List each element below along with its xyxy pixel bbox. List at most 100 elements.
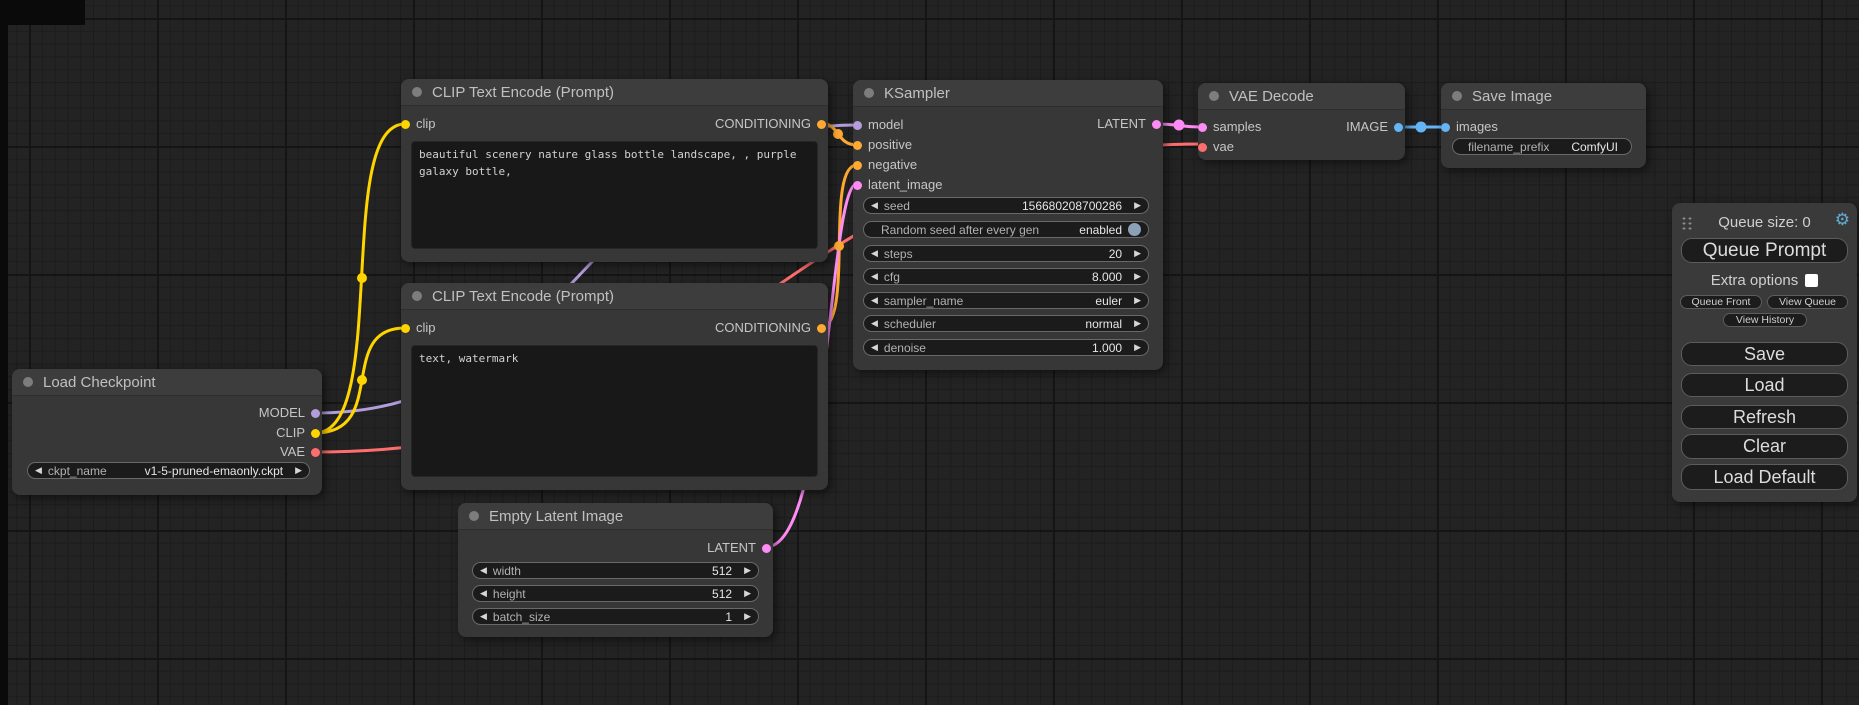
- decrement-arrow-icon[interactable]: ◀: [871, 245, 878, 262]
- widget-value: 156680208700286: [1022, 199, 1122, 213]
- save-image-node: Save Image images filename_prefix ComfyU…: [1441, 83, 1646, 168]
- queue-prompt-button[interactable]: Queue Prompt: [1681, 238, 1848, 263]
- increment-arrow-icon[interactable]: ▶: [1134, 197, 1141, 214]
- extra-options-row: Extra options: [1672, 272, 1857, 289]
- settings-gear-icon[interactable]: ⚙: [1835, 211, 1850, 228]
- widget-label: steps: [884, 247, 913, 261]
- latent-output-label: LATENT: [707, 539, 756, 557]
- widget-value: v1-5-pruned-emaonly.ckpt: [145, 464, 284, 478]
- load-button[interactable]: Load: [1681, 373, 1848, 397]
- images-input-port[interactable]: [1441, 123, 1450, 132]
- decrement-arrow-icon[interactable]: ◀: [871, 197, 878, 214]
- empty-latent-titlebar[interactable]: Empty Latent Image: [458, 503, 773, 530]
- widget-label: ckpt_name: [48, 464, 107, 478]
- positive-prompt-textarea[interactable]: beautiful scenery nature glass bottle la…: [411, 141, 818, 249]
- vae-decode-titlebar[interactable]: VAE Decode: [1198, 83, 1405, 110]
- image-output-label: IMAGE: [1346, 118, 1388, 136]
- collapse-dot[interactable]: [864, 88, 874, 98]
- increment-arrow-icon[interactable]: ▶: [1134, 268, 1141, 285]
- clear-button[interactable]: Clear: [1681, 434, 1848, 459]
- widget-value: ComfyUI: [1571, 140, 1618, 154]
- extra-options-checkbox[interactable]: [1805, 274, 1818, 287]
- model-input-port[interactable]: [853, 121, 862, 130]
- decrement-arrow-icon[interactable]: ◀: [480, 608, 487, 625]
- increment-arrow-icon[interactable]: ▶: [1134, 339, 1141, 356]
- clip-input-label: clip: [416, 115, 436, 133]
- negative-prompt-textarea[interactable]: text, watermark: [411, 345, 818, 477]
- scheduler-widget[interactable]: ◀ scheduler normal ▶: [863, 315, 1149, 332]
- model-output-port[interactable]: [311, 409, 320, 418]
- increment-arrow-icon[interactable]: ▶: [1134, 315, 1141, 332]
- node-title: VAE Decode: [1229, 88, 1314, 105]
- link-dot-clip-positive: [357, 273, 367, 283]
- negative-input-label: negative: [868, 156, 917, 174]
- vae-decode-node: VAE Decode samples vae IMAGE: [1198, 83, 1405, 160]
- collapse-dot[interactable]: [412, 87, 422, 97]
- latent-output-port[interactable]: [1152, 120, 1161, 129]
- conditioning-output-port[interactable]: [817, 120, 826, 129]
- ckpt-name-widget[interactable]: ◀ ckpt_name v1-5-pruned-emaonly.ckpt ▶: [27, 462, 310, 479]
- width-widget[interactable]: ◀ width 512 ▶: [472, 562, 759, 579]
- positive-input-port[interactable]: [853, 141, 862, 150]
- collapse-dot[interactable]: [1452, 91, 1462, 101]
- refresh-button[interactable]: Refresh: [1681, 405, 1848, 429]
- negative-input-port[interactable]: [853, 161, 862, 170]
- clip-text-encode-negative-node: CLIP Text Encode (Prompt) clip CONDITION…: [401, 283, 828, 490]
- decrement-arrow-icon[interactable]: ◀: [871, 292, 878, 309]
- filename-prefix-widget[interactable]: filename_prefix ComfyUI: [1452, 138, 1632, 155]
- latent-image-input-port[interactable]: [853, 181, 862, 190]
- clip-negative-titlebar[interactable]: CLIP Text Encode (Prompt): [401, 283, 828, 310]
- save-button[interactable]: Save: [1681, 342, 1848, 366]
- ksampler-titlebar[interactable]: KSampler: [853, 80, 1163, 107]
- collapse-dot[interactable]: [412, 291, 422, 301]
- clip-input-port[interactable]: [401, 120, 410, 129]
- widget-value: 512: [712, 564, 732, 578]
- denoise-widget[interactable]: ◀ denoise 1.000 ▶: [863, 339, 1149, 356]
- decrement-arrow-icon[interactable]: ◀: [871, 339, 878, 356]
- toggle-dot[interactable]: [1128, 223, 1141, 236]
- collapse-dot[interactable]: [469, 511, 479, 521]
- view-history-button[interactable]: View History: [1723, 313, 1807, 327]
- collapse-dot[interactable]: [23, 377, 33, 387]
- steps-widget[interactable]: ◀ steps 20 ▶: [863, 245, 1149, 262]
- increment-arrow-icon[interactable]: ▶: [295, 462, 302, 479]
- decrement-arrow-icon[interactable]: ◀: [871, 315, 878, 332]
- clip-output-port[interactable]: [311, 429, 320, 438]
- conditioning-output-port[interactable]: [817, 324, 826, 333]
- widget-value: 512: [712, 587, 732, 601]
- vae-output-label: VAE: [280, 443, 305, 461]
- collapse-dot[interactable]: [1209, 91, 1219, 101]
- decrement-arrow-icon[interactable]: ◀: [480, 585, 487, 602]
- increment-arrow-icon[interactable]: ▶: [1134, 292, 1141, 309]
- load-default-button[interactable]: Load Default: [1681, 464, 1848, 490]
- clip-positive-titlebar[interactable]: CLIP Text Encode (Prompt): [401, 79, 828, 106]
- latent-output-port[interactable]: [762, 544, 771, 553]
- decrement-arrow-icon[interactable]: ◀: [35, 462, 42, 479]
- decrement-arrow-icon[interactable]: ◀: [480, 562, 487, 579]
- model-input-label: model: [868, 116, 903, 134]
- widget-value: euler: [1095, 294, 1122, 308]
- height-widget[interactable]: ◀ height 512 ▶: [472, 585, 759, 602]
- seed-widget[interactable]: ◀ seed 156680208700286 ▶: [863, 197, 1149, 214]
- save-image-titlebar[interactable]: Save Image: [1441, 83, 1646, 110]
- load-checkpoint-titlebar[interactable]: Load Checkpoint: [12, 369, 322, 396]
- vae-input-port[interactable]: [1198, 143, 1207, 152]
- image-output-port[interactable]: [1394, 123, 1403, 132]
- view-queue-button[interactable]: View Queue: [1767, 295, 1848, 309]
- increment-arrow-icon[interactable]: ▶: [1134, 245, 1141, 262]
- increment-arrow-icon[interactable]: ▶: [744, 562, 751, 579]
- widget-label: height: [493, 587, 526, 601]
- random-seed-toggle[interactable]: Random seed after every gen enabled: [863, 221, 1149, 238]
- samples-input-port[interactable]: [1198, 123, 1207, 132]
- sampler-name-widget[interactable]: ◀ sampler_name euler ▶: [863, 292, 1149, 309]
- clip-input-port[interactable]: [401, 324, 410, 333]
- ksampler-node: KSampler model positive negative latent_…: [853, 80, 1163, 370]
- increment-arrow-icon[interactable]: ▶: [744, 585, 751, 602]
- node-title: KSampler: [884, 85, 950, 102]
- decrement-arrow-icon[interactable]: ◀: [871, 268, 878, 285]
- batch-size-widget[interactable]: ◀ batch_size 1 ▶: [472, 608, 759, 625]
- vae-output-port[interactable]: [311, 448, 320, 457]
- increment-arrow-icon[interactable]: ▶: [744, 608, 751, 625]
- cfg-widget[interactable]: ◀ cfg 8.000 ▶: [863, 268, 1149, 285]
- queue-front-button[interactable]: Queue Front: [1680, 295, 1762, 309]
